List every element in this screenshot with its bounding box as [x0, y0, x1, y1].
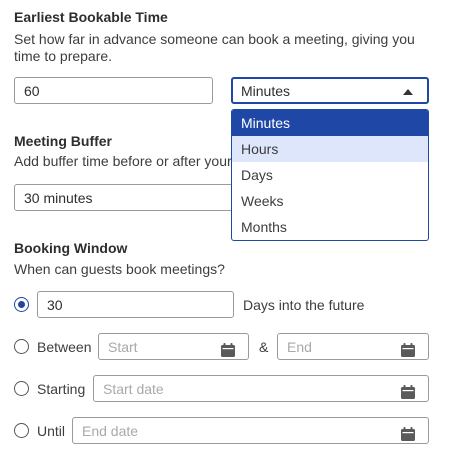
starting-date-placeholder: Start date — [103, 380, 164, 397]
window-desc: When can guests book meetings? — [14, 261, 225, 277]
earliest-value-input[interactable]: 60 — [14, 77, 213, 104]
radio-until[interactable] — [14, 423, 29, 438]
window-heading: Booking Window — [14, 240, 128, 256]
starting-date-input[interactable]: Start date — [93, 375, 429, 402]
buffer-desc: Add buffer time before or after your — [14, 153, 232, 169]
between-end-input[interactable]: End — [277, 333, 429, 360]
between-start-placeholder: Start — [108, 338, 138, 355]
calendar-icon[interactable] — [400, 384, 416, 400]
days-value: 30 — [47, 296, 63, 313]
unit-dropdown: Minutes Hours Days Weeks Months — [231, 109, 429, 241]
earliest-heading: Earliest Bookable Time — [14, 9, 168, 25]
until-date-input[interactable]: End date — [72, 417, 429, 444]
caret-up-icon — [403, 89, 413, 95]
radio-between[interactable] — [14, 339, 29, 354]
until-date-placeholder: End date — [82, 422, 139, 439]
unit-select[interactable]: Minutes — [231, 77, 429, 104]
unit-select-value: Minutes — [241, 82, 291, 99]
between-end-placeholder: End — [287, 338, 312, 355]
days-suffix: Days into the future — [243, 297, 365, 313]
option-months[interactable]: Months — [232, 214, 428, 240]
buffer-heading: Meeting Buffer — [14, 133, 112, 149]
calendar-icon[interactable] — [220, 342, 236, 358]
option-days[interactable]: Days — [232, 162, 428, 188]
buffer-value: 30 minutes — [24, 189, 93, 206]
between-start-input[interactable]: Start — [98, 333, 249, 360]
option-minutes[interactable]: Minutes — [232, 110, 428, 136]
calendar-icon[interactable] — [400, 342, 416, 358]
radio-days[interactable] — [14, 297, 29, 312]
between-amp: & — [259, 339, 269, 355]
radio-starting[interactable] — [14, 381, 29, 396]
calendar-icon[interactable] — [400, 426, 416, 442]
option-hours[interactable]: Hours — [232, 136, 428, 162]
earliest-value: 60 — [24, 82, 40, 99]
starting-label: Starting — [37, 381, 86, 397]
option-weeks[interactable]: Weeks — [232, 188, 428, 214]
between-label: Between — [37, 339, 92, 355]
earliest-desc-line2: time to prepare. — [14, 48, 113, 64]
days-input[interactable]: 30 — [37, 291, 234, 318]
until-label: Until — [37, 423, 66, 439]
